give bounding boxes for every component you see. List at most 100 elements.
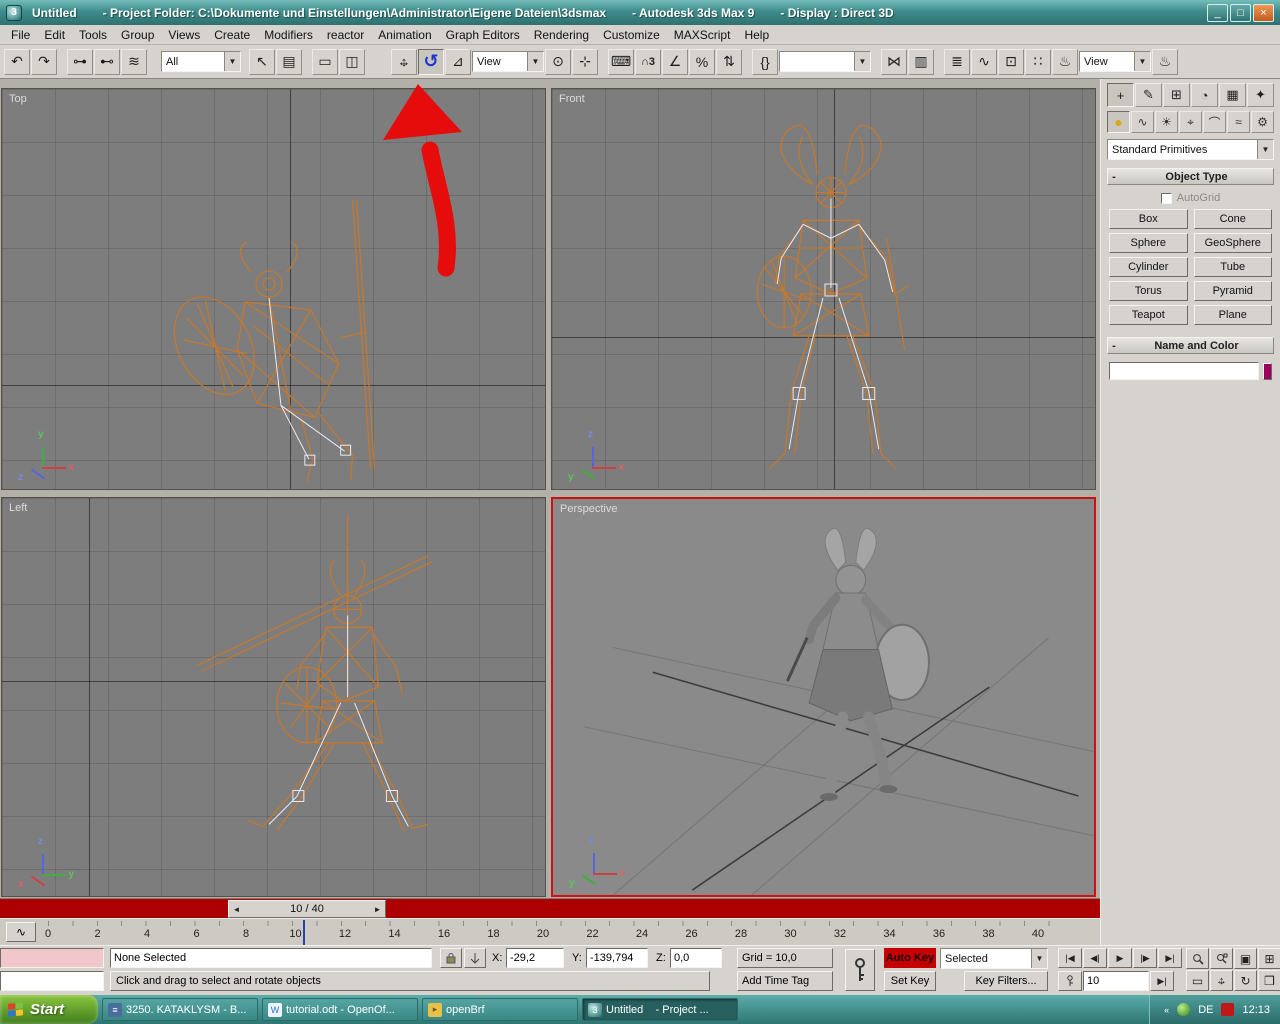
- antivirus-tray-icon[interactable]: [1221, 1003, 1235, 1016]
- taskbar-task-3dsmax[interactable]: 3 Untitled - Project ...: [582, 998, 738, 1021]
- rectangular-selection-button[interactable]: ▭: [312, 48, 338, 75]
- auto-key-button[interactable]: Auto Key: [884, 948, 936, 968]
- menu-item[interactable]: Modifiers: [257, 27, 320, 43]
- redo-button[interactable]: ↷: [31, 48, 57, 75]
- green-status-tray-icon[interactable]: [1177, 1003, 1191, 1016]
- current-frame-input[interactable]: [1084, 975, 1148, 987]
- object-name-input[interactable]: [1109, 362, 1259, 380]
- quick-render-button[interactable]: ♨: [1152, 48, 1178, 75]
- close-button[interactable]: ×: [1253, 3, 1274, 22]
- zoom-all-button[interactable]: [1210, 948, 1233, 969]
- zoom-extents-all-button[interactable]: ⊞: [1258, 948, 1280, 969]
- scene-object-warrior-top[interactable]: [2, 89, 545, 489]
- window-titlebar[interactable]: 3 Untitled - Project Folder: C:\Dokumente…: [0, 0, 1280, 25]
- select-and-rotate-button[interactable]: ↺: [418, 48, 444, 75]
- previous-frame-arrow-icon[interactable]: ◄: [229, 901, 244, 917]
- category-helpers[interactable]: ⌒: [1203, 111, 1226, 133]
- reference-coordinate-dropdown[interactable]: View ▼: [472, 51, 544, 72]
- selection-filter-dropdown[interactable]: All ▼: [161, 51, 241, 72]
- current-frame-marker[interactable]: [303, 920, 305, 945]
- bind-to-space-warp-button[interactable]: ≋: [121, 48, 147, 75]
- menu-item[interactable]: File: [4, 27, 37, 43]
- next-key-button[interactable]: ▶|: [1150, 971, 1174, 991]
- object-type-button[interactable]: Plane: [1193, 305, 1272, 325]
- viewport-top[interactable]: Top y x z: [1, 88, 546, 490]
- go-to-start-button[interactable]: |◀: [1058, 948, 1082, 968]
- schematic-view-button[interactable]: ⊡: [998, 48, 1024, 75]
- z-coordinate-input[interactable]: [671, 952, 721, 964]
- select-and-manipulate-button[interactable]: ⊹: [572, 48, 598, 75]
- set-key-mode-button[interactable]: [845, 949, 875, 991]
- render-type-dropdown[interactable]: View ▼: [1079, 51, 1151, 72]
- tab-display[interactable]: ▦: [1219, 83, 1246, 107]
- window-crossing-button[interactable]: ◫: [339, 48, 365, 75]
- edit-named-selections-button[interactable]: {}: [752, 48, 778, 75]
- object-type-button[interactable]: Torus: [1109, 281, 1188, 301]
- select-by-name-button[interactable]: ▤: [276, 48, 302, 75]
- selection-lock-button[interactable]: [440, 948, 462, 968]
- menu-item[interactable]: Rendering: [527, 27, 596, 43]
- mini-curve-editor-button[interactable]: ∿: [6, 922, 36, 942]
- tab-hierarchy[interactable]: ⊞: [1163, 83, 1190, 107]
- category-systems[interactable]: ⚙: [1251, 111, 1274, 133]
- tray-expand-icon[interactable]: «: [1164, 1005, 1169, 1015]
- menu-item[interactable]: Tools: [72, 27, 114, 43]
- viewport-front[interactable]: Front z x y: [551, 88, 1096, 490]
- curve-editor-button[interactable]: ∿: [971, 48, 997, 75]
- chevron-down-icon[interactable]: ▼: [1134, 52, 1150, 71]
- x-coordinate-field[interactable]: [506, 948, 564, 968]
- selection-status-field[interactable]: [110, 948, 432, 968]
- play-button[interactable]: ▶: [1108, 948, 1132, 968]
- menu-item[interactable]: Create: [207, 27, 257, 43]
- viewport-left[interactable]: Left z y x: [1, 497, 546, 897]
- angle-snap-button[interactable]: ∠: [662, 48, 688, 75]
- snap-toggle-3d-button[interactable]: ∩3: [635, 48, 661, 75]
- object-type-button[interactable]: Cylinder: [1109, 257, 1188, 277]
- menu-item[interactable]: Views: [161, 27, 207, 43]
- mirror-button[interactable]: ⋈: [881, 48, 907, 75]
- track-bar[interactable]: ∿ 0 2 4 6 8 10 12 14 16 18 20 22 24 26 28 30 32 34 36 38 40: [0, 918, 1100, 945]
- viewport-label-top[interactable]: Top: [9, 93, 27, 105]
- key-mode-toggle-button[interactable]: [1058, 971, 1082, 991]
- viewport-label-front[interactable]: Front: [559, 93, 585, 105]
- chevron-down-icon[interactable]: ▼: [1031, 949, 1047, 968]
- named-selection-dropdown[interactable]: ▼: [779, 51, 871, 72]
- selection-status-input[interactable]: [111, 952, 431, 964]
- object-type-button[interactable]: Box: [1109, 209, 1188, 229]
- y-coordinate-field[interactable]: [586, 948, 648, 968]
- menu-item[interactable]: Customize: [596, 27, 667, 43]
- taskbar-task-openbrf[interactable]: ▸ openBrf: [422, 998, 578, 1021]
- chevron-down-icon[interactable]: ▼: [527, 52, 543, 71]
- tab-motion[interactable]: ◔: [1191, 83, 1218, 107]
- object-type-button[interactable]: GeoSphere: [1193, 233, 1272, 253]
- chevron-down-icon[interactable]: ▼: [224, 52, 240, 71]
- taskbar-task-tutorial-odt[interactable]: W tutorial.odt - OpenOf...: [262, 998, 418, 1021]
- undo-button[interactable]: ↶: [4, 48, 30, 75]
- select-and-scale-button[interactable]: ⊿: [445, 48, 471, 75]
- chevron-down-icon[interactable]: ▼: [1257, 140, 1273, 159]
- spinner-snap-button[interactable]: ⇅: [716, 48, 742, 75]
- zoom-region-button[interactable]: ▭: [1186, 970, 1209, 991]
- x-coordinate-input[interactable]: [507, 952, 563, 964]
- pan-button[interactable]: ↔ ↕: [1210, 970, 1233, 991]
- maximize-button[interactable]: □: [1230, 3, 1251, 22]
- name-and-color-rollout[interactable]: - Name and Color: [1107, 337, 1274, 354]
- next-frame-button[interactable]: |▶: [1133, 948, 1157, 968]
- category-cameras[interactable]: ⌖: [1179, 111, 1202, 133]
- time-slider-track[interactable]: ◄ 10 / 40 ►: [0, 898, 1100, 918]
- viewport-label-perspective[interactable]: Perspective: [560, 503, 617, 515]
- object-type-button[interactable]: Sphere: [1109, 233, 1188, 253]
- language-indicator[interactable]: DE: [1198, 1004, 1213, 1016]
- select-object-button[interactable]: ↖: [249, 48, 275, 75]
- time-slider-thumb[interactable]: ◄ 10 / 40 ►: [228, 900, 386, 918]
- next-frame-arrow-icon[interactable]: ►: [370, 901, 385, 917]
- object-type-button[interactable]: Pyramid: [1193, 281, 1272, 301]
- primitives-dropdown[interactable]: Standard Primitives ▼: [1107, 139, 1274, 160]
- menu-item[interactable]: Graph Editors: [439, 27, 527, 43]
- viewport-perspective[interactable]: Perspective z x y: [551, 497, 1096, 897]
- maxscript-macro-recorder[interactable]: [0, 948, 104, 968]
- zoom-extents-button[interactable]: ▣: [1234, 948, 1257, 969]
- use-center-button[interactable]: ⊙: [545, 48, 571, 75]
- taskbar-task-kataklysm[interactable]: ≡ 3250. KATAKLYSM - B...: [102, 998, 258, 1021]
- keyboard-override-button[interactable]: ⌨: [608, 48, 634, 75]
